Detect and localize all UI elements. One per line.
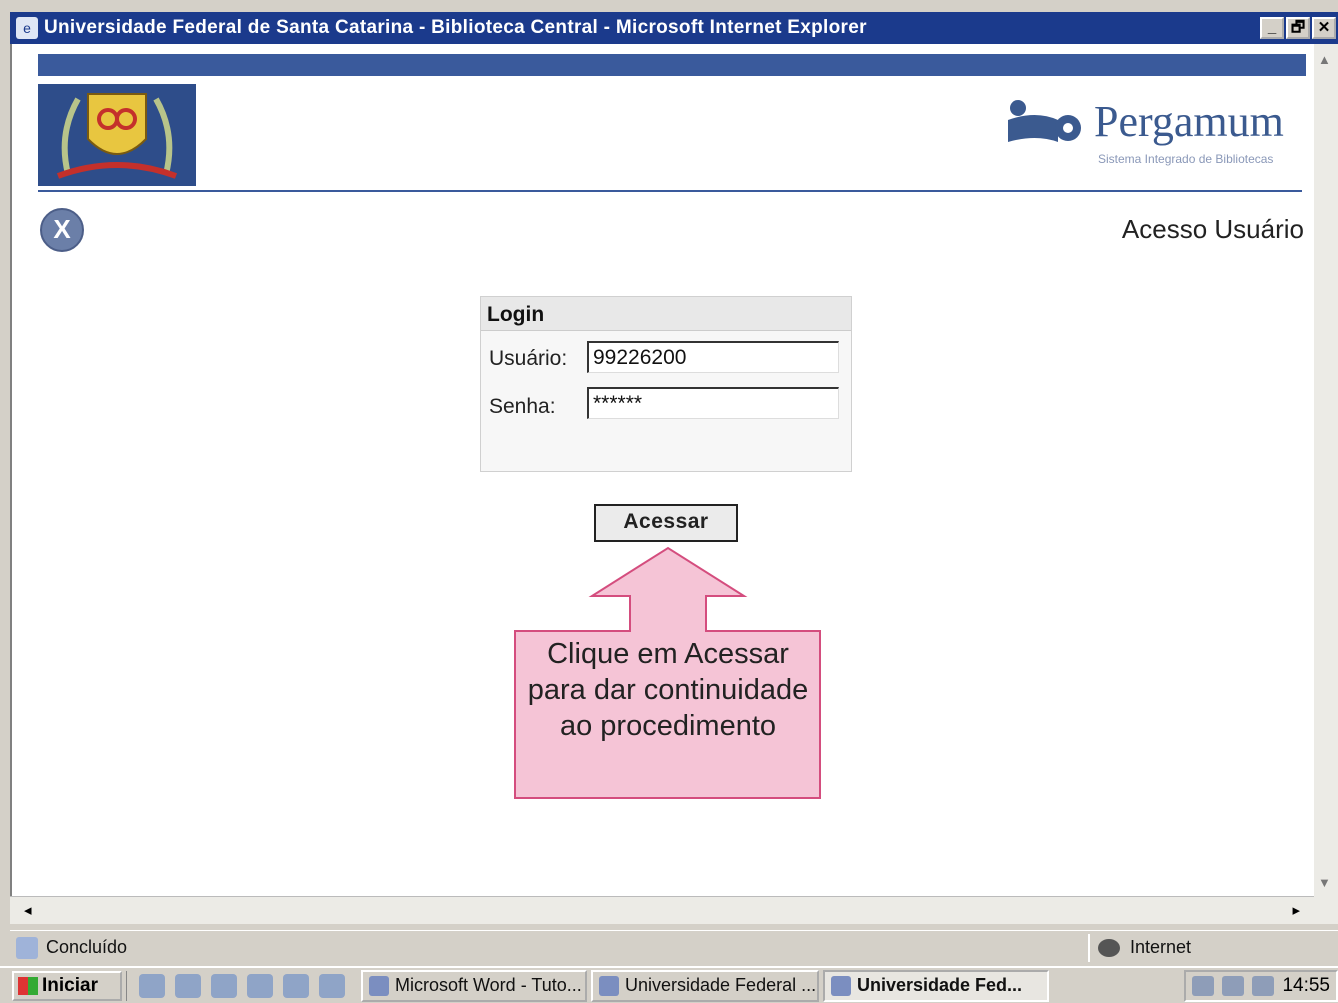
- show-desktop-icon[interactable]: [139, 973, 165, 998]
- browser-viewport: Pergamum Sistema Integrado de Biblioteca…: [10, 44, 1314, 924]
- header-band: [38, 54, 1306, 76]
- clock: 14:55: [1282, 974, 1330, 996]
- close-window-button[interactable]: ✕: [1312, 17, 1336, 39]
- system-tray: 14:55: [1184, 969, 1338, 1002]
- status-bar: Concluído Internet: [10, 930, 1338, 964]
- page-title: Acesso Usuário: [1121, 214, 1304, 244]
- restore-button[interactable]: 🗗: [1286, 17, 1310, 39]
- scroll-down-icon[interactable]: ▼: [1318, 875, 1331, 890]
- task-browser-1[interactable]: Universidade Federal ...: [591, 969, 819, 1002]
- pergamum-mark-icon: [1008, 100, 1081, 142]
- ie-icon: [831, 975, 851, 996]
- horizontal-scrollbar[interactable]: ◂ ▸: [10, 896, 1314, 924]
- ie-quicklaunch-icon[interactable]: [175, 973, 201, 998]
- task-word[interactable]: Microsoft Word - Tuto...: [361, 969, 587, 1002]
- pergamum-subtitle: Sistema Integrado de Bibliotecas: [1098, 152, 1274, 166]
- callout-text: Clique em Acessar para dar continuidade …: [527, 638, 809, 742]
- header-divider: [38, 190, 1302, 192]
- word-icon: [369, 975, 389, 996]
- tray-network-icon[interactable]: [1222, 975, 1245, 996]
- start-label: Iniciar: [42, 974, 98, 996]
- quick-launch: [126, 970, 357, 1001]
- status-text: Concluído: [46, 937, 128, 957]
- window-title: Universidade Federal de Santa Catarina -…: [44, 17, 867, 38]
- scroll-up-icon[interactable]: ▲: [1318, 52, 1331, 67]
- ie-icon: [599, 975, 619, 996]
- pergamum-name: Pergamum: [1094, 97, 1284, 146]
- ie-icon: e: [16, 17, 38, 39]
- task-label: Microsoft Word - Tuto...: [395, 975, 582, 995]
- outlook-icon[interactable]: [211, 973, 237, 998]
- acessar-button[interactable]: Acessar: [594, 504, 738, 542]
- window-titlebar: e Universidade Federal de Santa Catarina…: [10, 12, 1338, 44]
- task-label: Universidade Fed...: [857, 975, 1023, 995]
- security-zone: Internet: [1088, 933, 1338, 962]
- instruction-callout: Clique em Acessar para dar continuidade …: [512, 544, 832, 804]
- password-label: Senha:: [489, 395, 556, 418]
- window-controls: _ 🗗 ✕: [1260, 17, 1336, 39]
- login-panel: Login Usuário: Senha:: [480, 296, 852, 472]
- task-label: Universidade Federal ...: [625, 975, 817, 995]
- taskbar: Iniciar Microsoft Word - Tuto... Univers…: [0, 966, 1338, 1003]
- ufsc-logo: [38, 84, 196, 186]
- notepad-icon[interactable]: [247, 973, 273, 998]
- windows-flag-icon: [18, 976, 38, 995]
- task-browser-2[interactable]: Universidade Fed...: [823, 969, 1049, 1002]
- globe-icon: [1098, 938, 1120, 957]
- minimize-button[interactable]: _: [1260, 17, 1284, 39]
- username-label: Usuário:: [489, 347, 568, 370]
- help-icon[interactable]: [283, 973, 309, 998]
- tray-volume-icon[interactable]: [1192, 975, 1215, 996]
- zone-label: Internet: [1130, 937, 1192, 957]
- login-heading: Login: [481, 297, 851, 331]
- close-session-icon[interactable]: X: [40, 208, 84, 252]
- page-done-icon: [16, 936, 38, 959]
- tray-monitor-icon[interactable]: [1252, 975, 1275, 996]
- media-icon[interactable]: [319, 973, 345, 998]
- password-input[interactable]: [587, 387, 839, 419]
- vertical-scrollbar[interactable]: ▲ ▼: [1314, 44, 1338, 924]
- scroll-right-icon[interactable]: ▸: [1292, 901, 1300, 919]
- pergamum-logo: Pergamum Sistema Integrado de Biblioteca…: [1002, 94, 1312, 174]
- scroll-left-icon[interactable]: ◂: [24, 901, 32, 919]
- start-button[interactable]: Iniciar: [12, 970, 122, 1001]
- username-input[interactable]: [587, 341, 839, 373]
